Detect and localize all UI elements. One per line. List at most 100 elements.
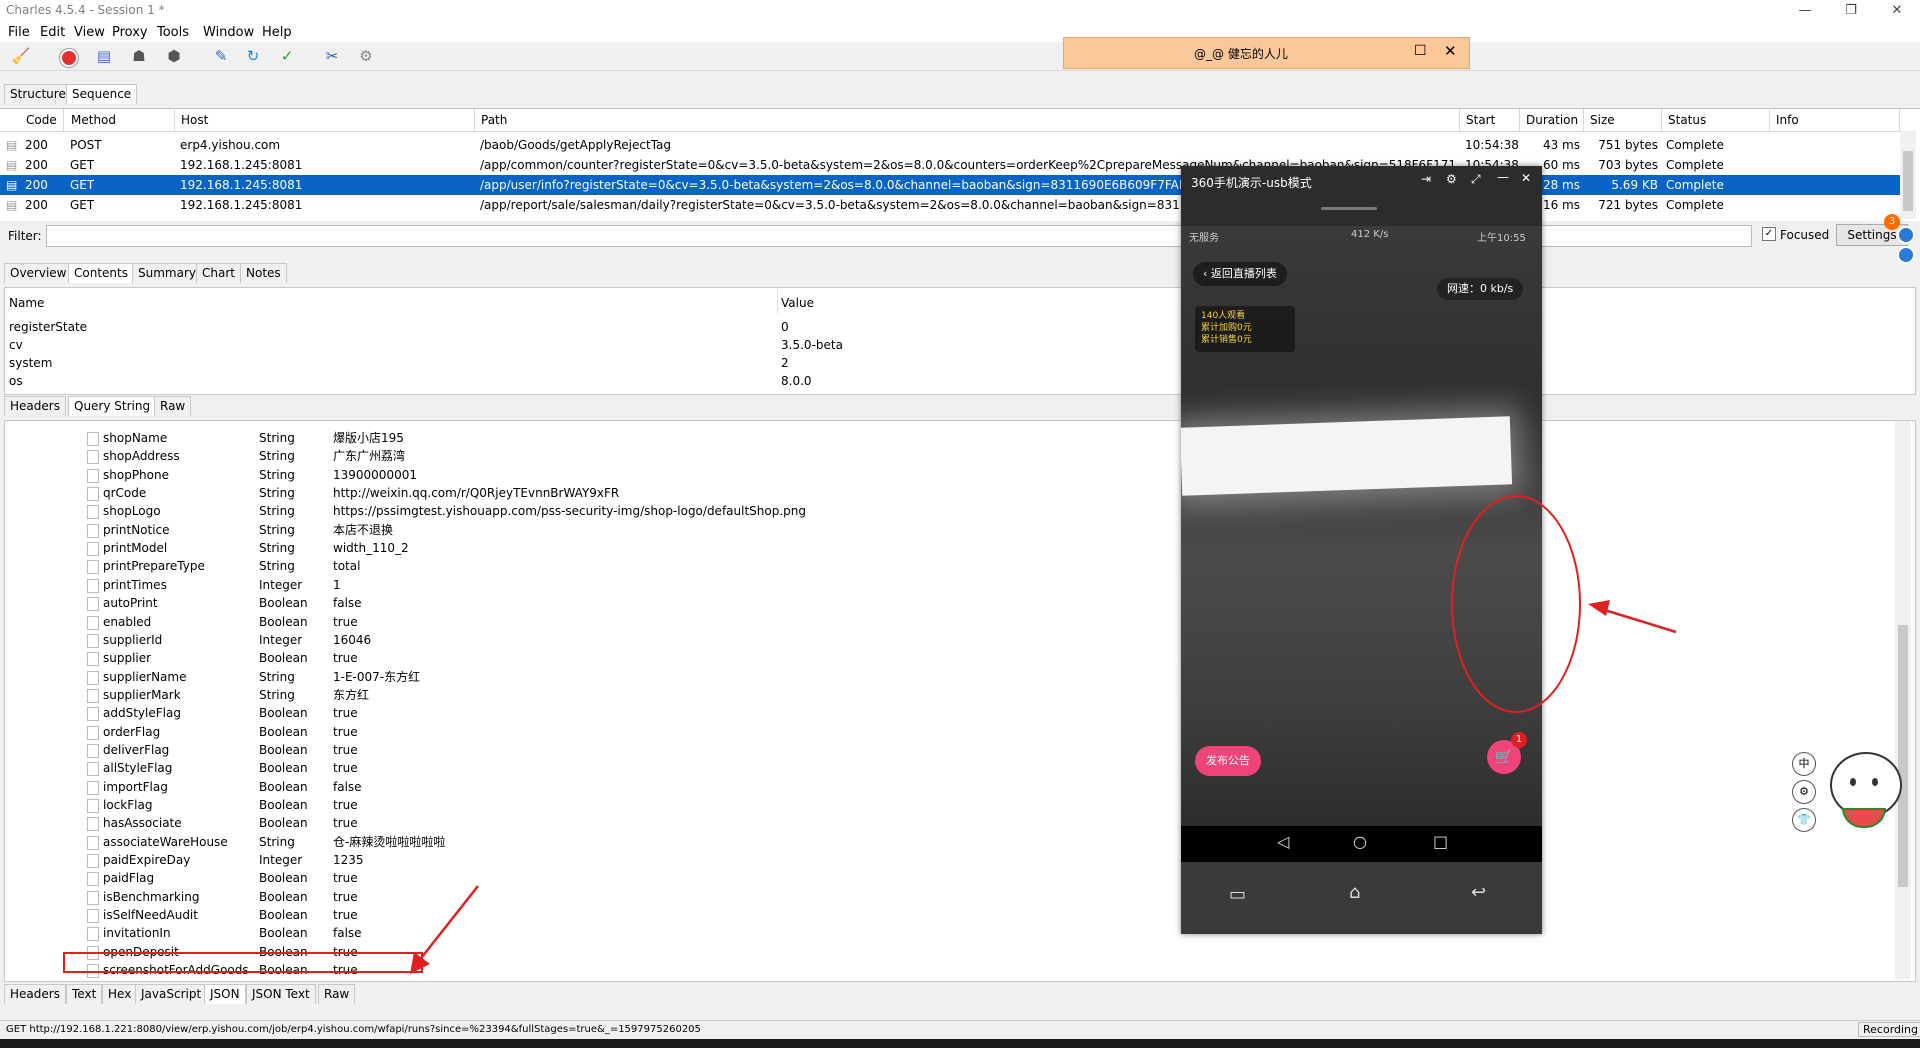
tree-key: importFlag [103,779,168,794]
nav-recents-icon[interactable]: □ [1433,832,1448,851]
tab-javascript[interactable]: JavaScript [135,984,208,1004]
tree-row[interactable]: paidFlag Boolean true [5,869,1895,887]
tab-raw[interactable]: Raw [154,396,192,416]
home-icon[interactable]: ⌂ [1349,882,1360,903]
col-method[interactable]: Method [65,109,175,131]
tab-json[interactable]: JSON [204,984,246,1004]
col-host[interactable]: Host [175,109,475,131]
col-code[interactable]: Code [20,109,64,131]
leaf-node-icon [87,762,99,777]
col-start[interactable]: Start [1460,109,1520,131]
tab-text[interactable]: Text [66,984,103,1004]
tree-key: hasAssociate [103,816,182,831]
tab-hex[interactable]: Hex [102,984,138,1004]
col-path[interactable]: Path [475,109,1460,131]
menu-view[interactable]: View [74,25,105,40]
col-status[interactable]: Status [1662,109,1770,131]
phone-pin-icon[interactable]: ⇥ [1421,172,1431,186]
tab-raw-response[interactable]: Raw [318,984,356,1004]
refresh-icon[interactable]: ↻ [242,46,264,66]
phone-close-icon[interactable]: ✕ [1521,171,1531,185]
phone-minimize-icon[interactable]: — [1497,170,1509,184]
ime-settings-icon[interactable]: ⚙ [1792,780,1816,804]
tree-row[interactable]: importFlag Boolean false [5,778,1895,796]
expand-icon[interactable]: ⊞ [49,980,59,982]
return-icon[interactable]: ↩ [1471,882,1486,903]
tree-row[interactable]: isBenchmarking Boolean true [5,888,1895,906]
json-scrollbar[interactable] [1895,421,1911,979]
table-row[interactable]: ▤ 200 POST erp4.yishou.com /baob/Goods/g… [0,135,1900,155]
tab-summary[interactable]: Summary [132,263,202,283]
tree-row[interactable]: orderFlag Boolean true [5,723,1895,741]
tab-json-text[interactable]: JSON Text [246,984,316,1004]
col-info[interactable]: Info [1770,109,1900,131]
tree-row[interactable]: isSelfNeedAudit Boolean true [5,906,1895,924]
menu-tools[interactable]: Tools [157,25,189,40]
menu-edit[interactable]: Edit [40,25,65,40]
tab-headers[interactable]: Headers [4,396,66,416]
tools-icon[interactable]: ✂ [321,46,343,66]
cell-method: GET [70,158,95,172]
table-row[interactable]: system 2 [5,354,1895,372]
col-size[interactable]: Size [1584,109,1662,131]
tree-row[interactable]: shopPhone String 13900000001 [5,466,1895,484]
table-row[interactable]: os 8.0.0 [5,372,1895,390]
back-to-list-button[interactable]: ‹ 返回直播列表 [1193,262,1287,286]
scrollbar-thumb[interactable] [1903,151,1913,211]
tree-row[interactable]: associateWareHouse String 仓-麻辣烫啦啦啦啦啦 [5,833,1895,851]
table-row[interactable]: registerState 0 [5,318,1895,336]
cell-method: GET [70,198,95,212]
publish-notice-button[interactable]: 发布公告 [1195,746,1261,776]
phone-settings-icon[interactable]: ⚙ [1446,172,1457,186]
tab-structure[interactable]: Structure [4,84,72,104]
throttle-icon[interactable]: ▤ [93,46,115,66]
tree-row[interactable]: paidExpireDay Integer 1235 [5,851,1895,869]
table-row-selected[interactable]: ▤ 200 GET 192.168.1.245:8081 /app/user/i… [0,175,1900,195]
stop-icon[interactable]: ⬢ [163,46,185,66]
col-duration[interactable]: Duration [1520,109,1584,131]
focused-checkbox[interactable]: ✓ [1762,227,1776,241]
phone-drag-bar[interactable] [1181,196,1542,226]
multiwindow-icon[interactable]: ▭ [1229,884,1246,905]
taskbar [0,1039,1920,1048]
minimize-icon[interactable]: — [1782,0,1828,22]
record-icon[interactable] [58,46,80,67]
menu-file[interactable]: File [8,25,30,40]
tab-headers-response[interactable]: Headers [4,984,66,1004]
maximize-icon[interactable]: ❐ [1828,0,1874,22]
tab-notes[interactable]: Notes [240,263,287,283]
tree-row[interactable]: ⊞ [1] Object [5,980,1895,982]
tab-overview[interactable]: Overview [4,263,73,283]
ime-chinese-icon[interactable]: 中 [1792,752,1816,776]
table-row[interactable]: ▤ 200 GET 192.168.1.245:8081 /app/report… [0,195,1900,215]
tree-row[interactable]: lockFlag Boolean true [5,796,1895,814]
tree-row[interactable]: invitationIn Boolean false [5,924,1895,942]
tree-row[interactable]: hasAssociate Boolean true [5,814,1895,832]
close-icon[interactable]: ✕ [1874,0,1920,22]
sequence-scrollbar[interactable] [1900,131,1916,219]
settings-gear-icon[interactable]: ⚙ [355,46,377,66]
broom-icon[interactable]: 🧹 [10,46,32,66]
phone-expand-icon[interactable]: ⤢ [1471,172,1481,187]
tab-chart[interactable]: Chart [196,263,241,283]
popup-maximize-icon[interactable]: ☐ [1414,43,1427,59]
ime-skin-icon[interactable]: 👕 [1792,808,1816,832]
turtle-icon[interactable]: ☗ [128,46,150,66]
menu-window[interactable]: Window [203,25,254,40]
nav-home-icon[interactable]: ○ [1353,832,1367,851]
tab-query-string[interactable]: Query String [68,396,157,416]
check-icon[interactable]: ✓ [276,46,298,66]
tree-row[interactable]: shopAddress String 广东广州荔湾 [5,447,1895,465]
tree-row[interactable]: shopName String 爆版小店195 [5,429,1895,447]
table-row[interactable]: ▤ 200 GET 192.168.1.245:8081 /app/common… [0,155,1900,175]
pen-icon[interactable]: ✎ [210,46,232,66]
tab-sequence[interactable]: Sequence [66,84,138,104]
menu-proxy[interactable]: Proxy [112,25,148,40]
menu-help[interactable]: Help [262,25,292,40]
popup-close-icon[interactable]: ✕ [1444,42,1457,60]
nav-back-icon[interactable]: ◁ [1277,832,1289,851]
tree-row[interactable]: allStyleFlag Boolean true [5,759,1895,777]
tree-row[interactable]: deliverFlag Boolean true [5,741,1895,759]
tab-contents[interactable]: Contents [68,263,134,283]
table-row[interactable]: cv 3.5.0-beta [5,336,1895,354]
